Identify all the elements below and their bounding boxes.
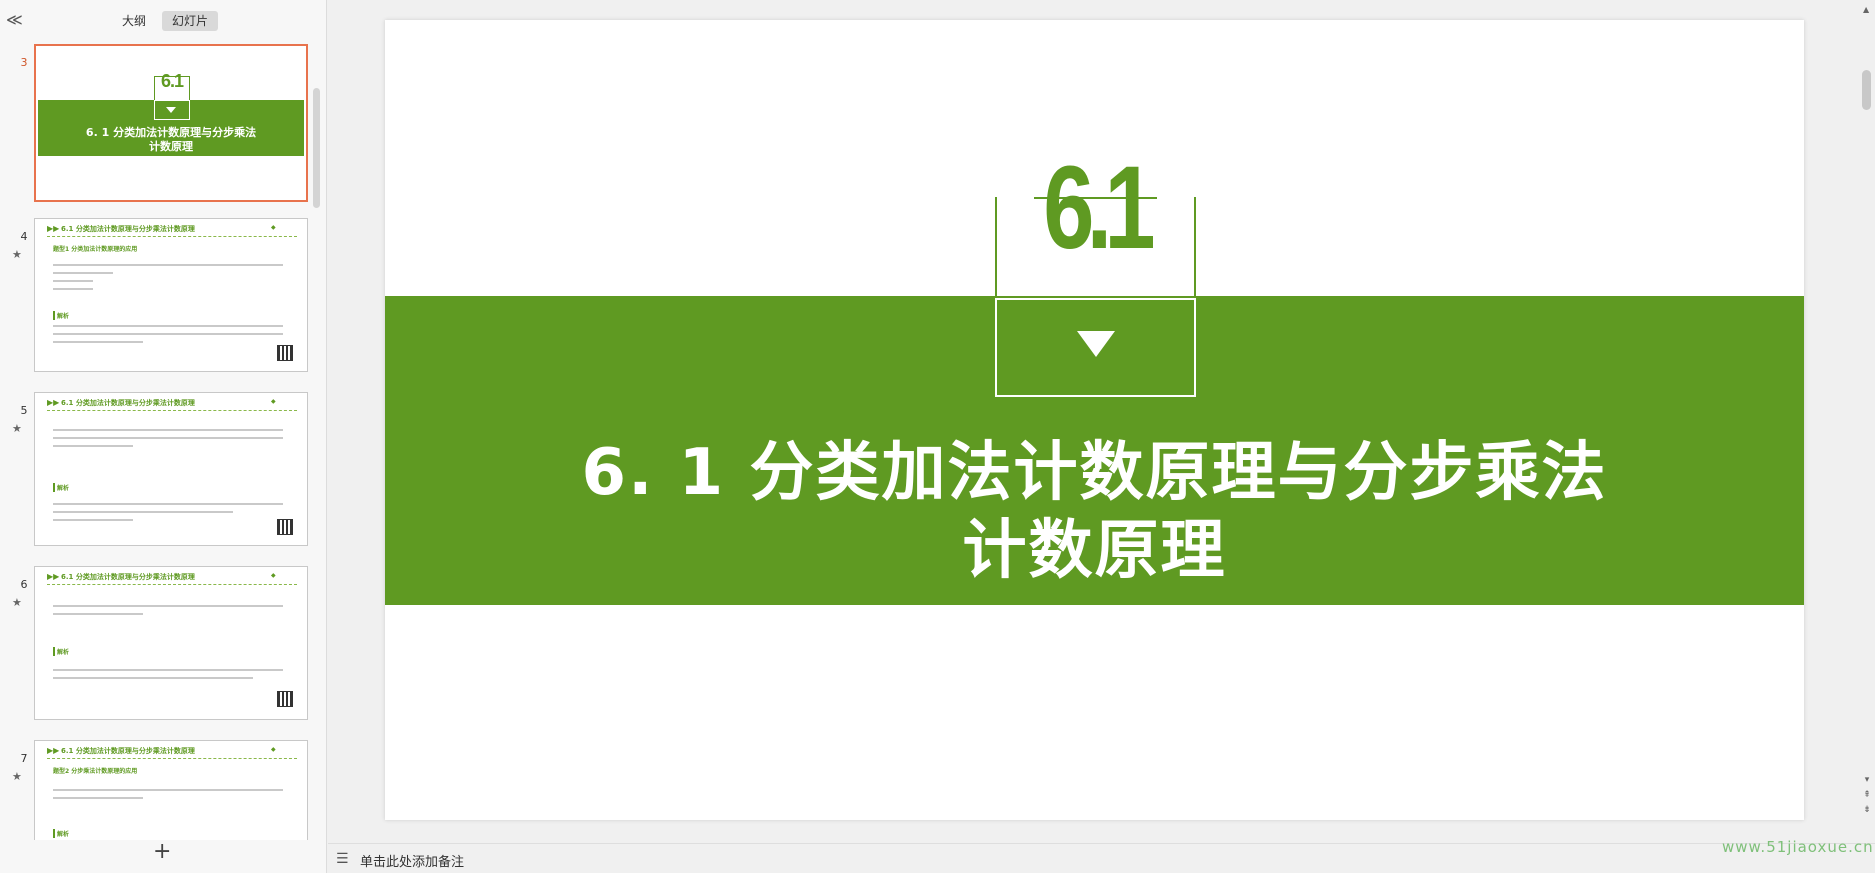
logo-icon: ◆ — [271, 572, 276, 579]
text-line — [53, 280, 93, 282]
notes-placeholder[interactable]: 单击此处添加备注 — [360, 851, 464, 870]
text-line — [53, 264, 283, 266]
scroll-up-icon[interactable]: ▲ — [1863, 5, 1869, 14]
thumbnail-subtitle: 题型1 分类加法计数原理的应用 — [53, 246, 138, 253]
slide-title[interactable]: 6. 1 分类加法计数原理与分步乘法 计数原理 — [385, 434, 1804, 590]
text-line — [53, 429, 283, 431]
slide-thumbnail[interactable]: ▶▶ 6.1 分类加法计数原理与分步乘法计数原理 ◆ 题型1 分类加法计数原理的… — [34, 218, 308, 372]
thumbnail-jiexi-label: 解析 — [53, 483, 69, 492]
text-line — [53, 272, 113, 274]
slide-thumbnail[interactable]: ▶▶ 6.1 分类加法计数原理与分步乘法计数原理 ◆ 解析 — [34, 392, 308, 546]
slide-number: 4 — [20, 230, 28, 243]
section-number[interactable]: 6.1 — [1017, 138, 1174, 278]
text-line — [53, 789, 283, 791]
text-line — [53, 325, 283, 327]
slide-thumbnail[interactable]: ▶▶ 6.1 分类加法计数原理与分步乘法计数原理 ◆ 题型2 分步乘法计数原理的… — [34, 740, 308, 840]
notes-bar[interactable]: ☰ 单击此处添加备注 www.51jiaoxue.cn — [328, 838, 1875, 873]
tab-outline[interactable]: 大纲 — [112, 11, 156, 31]
slide-number: 6 — [20, 578, 28, 591]
view-tabs: 大纲 幻灯片 — [112, 11, 219, 31]
text-line — [53, 511, 233, 513]
thumbnail-header: ▶▶ 6.1 分类加法计数原理与分步乘法计数原理 ◆ — [47, 746, 297, 759]
star-icon: ★ — [12, 248, 22, 261]
logo-icon: ◆ — [271, 746, 276, 753]
text-line — [53, 605, 283, 607]
tab-slides[interactable]: 幻灯片 — [162, 11, 219, 31]
star-icon: ★ — [12, 770, 22, 783]
thumbnail-header-title: 6.1 分类加法计数原理与分步乘法计数原理 — [61, 747, 195, 755]
slide-title-line2: 计数原理 — [962, 514, 1227, 588]
triangle-down-icon — [1077, 331, 1115, 357]
vertical-scrollbar[interactable]: ▲ ▾ ⇞ ⇟ — [1859, 0, 1875, 843]
text-line — [53, 341, 143, 343]
slide-thumbnail-panel: ≪ 大纲 幻灯片 3 6.1 6. 1 分类加法计数原理与分步乘法 计数原理 4… — [0, 0, 327, 873]
thumbnail-subtitle: 题型2 分步乘法计数原理的应用 — [53, 768, 138, 775]
thumbnail-header-title: 6.1 分类加法计数原理与分步乘法计数原理 — [61, 399, 195, 407]
double-arrow-icon: ▶▶ — [47, 398, 60, 407]
previous-slide-icon[interactable]: ⇞ — [1862, 790, 1872, 800]
text-line — [53, 669, 283, 671]
slide-thumbnail-selected[interactable]: 6.1 6. 1 分类加法计数原理与分步乘法 计数原理 — [34, 44, 308, 202]
list-icon: ☰ — [336, 851, 349, 867]
thumbnail-header-title: 6.1 分类加法计数原理与分步乘法计数原理 — [61, 225, 195, 233]
thumbnail-jiexi-label: 解析 — [53, 829, 69, 838]
slide-thumbnail-row[interactable]: 7 ★ ▶▶ 6.1 分类加法计数原理与分步乘法计数原理 ◆ 题型2 分步乘法计… — [0, 740, 312, 840]
thumbnail-title-line2: 计数原理 — [149, 140, 193, 153]
double-arrow-icon: ▶▶ — [47, 224, 60, 233]
logo-icon: ◆ — [271, 398, 276, 405]
qr-code-icon — [277, 345, 293, 361]
slide-thumbnail[interactable]: ▶▶ 6.1 分类加法计数原理与分步乘法计数原理 ◆ 解析 — [34, 566, 308, 720]
thumbnail-header-title: 6.1 分类加法计数原理与分步乘法计数原理 — [61, 573, 195, 581]
thumbnail-header: ▶▶ 6.1 分类加法计数原理与分步乘法计数原理 ◆ — [47, 398, 297, 411]
text-line — [53, 445, 133, 447]
collapse-panel-icon[interactable]: ≪ — [6, 10, 24, 30]
next-slide-icon[interactable]: ⇟ — [1862, 805, 1872, 815]
thumbnail-scrollbar[interactable] — [313, 88, 320, 208]
text-line — [53, 797, 143, 799]
site-watermark: www.51jiaoxue.cn — [1722, 838, 1874, 856]
current-slide[interactable]: 6.1 6. 1 分类加法计数原理与分步乘法 计数原理 — [385, 20, 1804, 820]
thumbnail-title-line1: 6. 1 分类加法计数原理与分步乘法 — [85, 126, 257, 139]
slide-number: 3 — [20, 56, 28, 69]
text-line — [53, 503, 283, 505]
slide-number: 7 — [20, 752, 28, 765]
slide-title-line1: 6. 1 分类加法计数原理与分步乘法 — [581, 436, 1608, 510]
thumbnail-title: 6. 1 分类加法计数原理与分步乘法 计数原理 — [36, 126, 306, 154]
thumbnail-header: ▶▶ 6.1 分类加法计数原理与分步乘法计数原理 ◆ — [47, 572, 297, 585]
thumbnail-number: 6.1 — [160, 71, 184, 91]
text-line — [53, 519, 133, 521]
thumbnail-jiexi-label: 解析 — [53, 647, 69, 656]
slide-canvas-area: 6.1 6. 1 分类加法计数原理与分步乘法 计数原理 ▲ ▾ ⇞ ⇟ — [328, 0, 1875, 843]
qr-code-icon — [277, 691, 293, 707]
scrollbar-thumb[interactable] — [1862, 70, 1871, 110]
star-icon: ★ — [12, 596, 22, 609]
double-arrow-icon: ▶▶ — [47, 572, 60, 581]
thumbnail-header: ▶▶ 6.1 分类加法计数原理与分步乘法计数原理 ◆ — [47, 224, 297, 237]
double-arrow-icon: ▶▶ — [47, 746, 60, 755]
add-slide-icon[interactable]: + — [153, 841, 171, 863]
text-line — [53, 613, 143, 615]
text-line — [53, 288, 93, 290]
logo-icon: ◆ — [271, 224, 276, 231]
thumbnail-jiexi-label: 解析 — [53, 311, 69, 320]
text-line — [53, 437, 283, 439]
text-line — [53, 677, 253, 679]
scroll-down-icon[interactable]: ▾ — [1862, 775, 1872, 785]
slide-number: 5 — [20, 404, 28, 417]
star-icon: ★ — [12, 422, 22, 435]
text-line — [53, 333, 283, 335]
triangle-down-icon — [166, 107, 176, 113]
qr-code-icon — [277, 519, 293, 535]
